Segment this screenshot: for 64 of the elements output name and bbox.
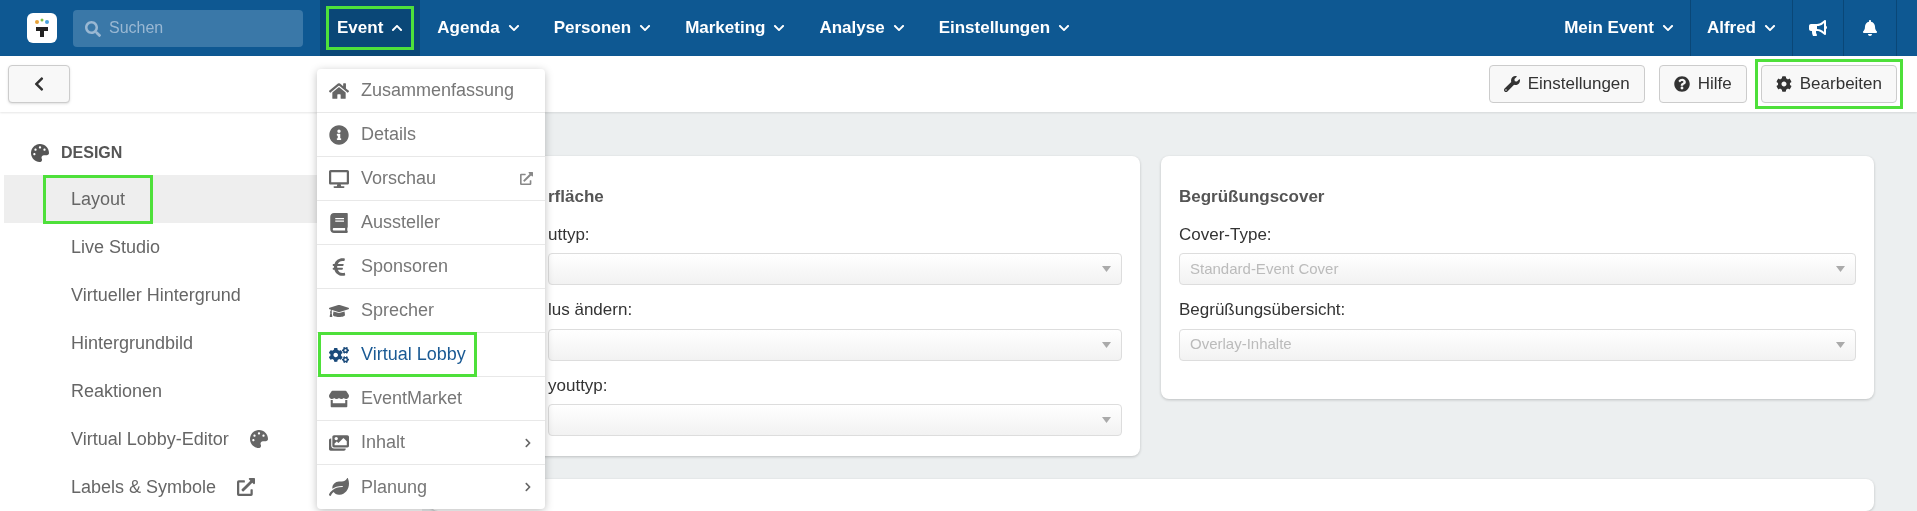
chevron-down-icon — [1764, 22, 1776, 34]
images-icon — [329, 432, 349, 453]
menu-item[interactable]: EventMarket — [317, 377, 545, 421]
nav-menu-item[interactable]: Analyse — [802, 0, 922, 56]
nav-menu-item[interactable]: Agenda — [420, 0, 537, 56]
chevron-down-icon — [639, 22, 652, 34]
chevron-right-icon — [523, 482, 533, 492]
menu-item[interactable]: Sprecher — [317, 289, 545, 333]
wrench-icon — [1503, 76, 1520, 92]
select-field[interactable] — [548, 328, 1122, 361]
info-icon — [329, 124, 349, 145]
bell-icon — [1862, 20, 1878, 36]
toolbar-button[interactable]: Bearbeiten — [1754, 59, 1903, 109]
section-heading: DESIGN — [61, 142, 123, 163]
dropdown-arrow-icon — [1102, 341, 1111, 348]
card-title: rfläche — [548, 186, 605, 208]
chevron-down-icon — [1661, 22, 1674, 34]
help-icon — [1673, 76, 1690, 92]
menu-item[interactable]: Inhalt — [317, 421, 545, 465]
external-link-icon — [520, 172, 533, 185]
dropdown-arrow-icon — [1836, 341, 1845, 348]
nav-menu-item[interactable]: Marketing — [668, 0, 803, 56]
back-button[interactable] — [8, 65, 70, 103]
menu-item[interactable]: Vorschau — [317, 157, 545, 201]
megaphone-icon — [1809, 19, 1827, 37]
dropdown-arrow-icon — [1102, 417, 1111, 423]
app-logo[interactable] — [27, 13, 57, 43]
nav-menu-item[interactable]: Event — [320, 0, 421, 56]
dropdown-arrow-icon — [1102, 266, 1111, 272]
chevron-down-icon — [507, 22, 520, 34]
search-field[interactable]: Suchen — [73, 9, 303, 47]
menu-item[interactable]: Virtual Lobby — [317, 333, 545, 377]
nav-menu-item[interactable]: Personen — [536, 0, 669, 56]
menu-item[interactable]: Aussteller — [317, 201, 545, 245]
select-field[interactable] — [548, 253, 1122, 285]
field-label: youttyp: — [548, 374, 609, 397]
dropdown-arrow-icon — [1836, 266, 1845, 272]
field-label: Cover-Type: — [1179, 223, 1273, 246]
nav-menu-item[interactable]: Einstellungen — [921, 0, 1088, 56]
search-icon — [85, 20, 101, 37]
monitor-icon — [329, 168, 349, 189]
field-label: uttyp: — [548, 223, 591, 246]
chevron-right-icon — [523, 437, 533, 448]
palette-icon — [31, 143, 49, 162]
chevron-down-icon — [892, 22, 905, 34]
menu-item[interactable]: Details — [317, 113, 545, 157]
field-label: Begrüßungsübersicht: — [1179, 299, 1347, 321]
leaf-icon — [329, 477, 349, 497]
menu-item[interactable]: Planung — [317, 465, 545, 509]
chevron-down-icon — [773, 22, 786, 34]
house-icon — [329, 80, 349, 101]
select-field[interactable] — [548, 404, 1122, 436]
palette-icon — [249, 430, 268, 448]
book-icon — [329, 212, 349, 233]
menu-item[interactable]: Sponsoren — [317, 245, 545, 289]
card-title: Begrüßungscover — [1179, 186, 1326, 208]
settings-icon — [1775, 76, 1792, 92]
chevron-down-icon — [1058, 22, 1071, 34]
menu-item[interactable]: Zusammenfassung — [317, 69, 545, 113]
field-label: lus ändern: — [548, 299, 634, 321]
external-link-icon — [237, 478, 256, 496]
gears-icon — [329, 344, 349, 365]
store-icon — [329, 388, 349, 409]
chevron-up-icon — [391, 22, 404, 34]
